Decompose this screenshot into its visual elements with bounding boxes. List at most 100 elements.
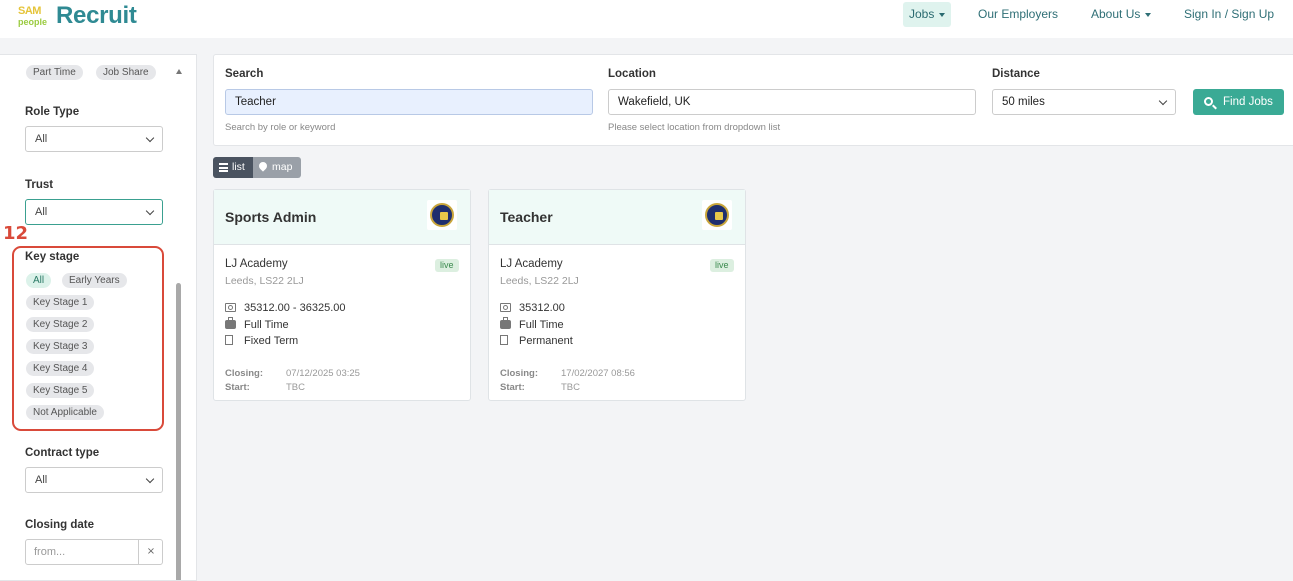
search-icon (1204, 97, 1213, 106)
location-input[interactable]: Wakefield, UK (608, 89, 976, 115)
distance-label: Distance (992, 68, 1040, 80)
job-employer: LJ Academy (500, 258, 563, 270)
closing-value: 17/02/2027 08:56 (561, 368, 635, 379)
money-icon (500, 303, 511, 312)
job-salary-row: 35312.00 - 36325.00 (225, 302, 346, 314)
contract-type-value: All (35, 474, 48, 486)
logo-people-text: people (18, 17, 48, 27)
distance-select[interactable]: 50 miles (992, 89, 1176, 115)
location-label: Location (608, 68, 656, 80)
contract-type-select[interactable]: All (25, 467, 163, 493)
job-salary: 35312.00 (519, 302, 565, 314)
job-card-header: Sports Admin (214, 190, 470, 245)
job-card[interactable]: Teacher LJ Academy Leeds, LS22 2LJ live … (488, 189, 746, 401)
chevron-down-icon (145, 206, 155, 216)
chip-key-stage-4[interactable]: Key Stage 4 (26, 361, 95, 376)
list-toggle-label: list (232, 161, 245, 173)
logo-mark: SAM people (18, 3, 54, 29)
chip-part-time[interactable]: Part Time (26, 65, 83, 80)
nav-jobs-dropdown[interactable]: Jobs (903, 2, 952, 27)
role-type-select[interactable]: All (25, 126, 163, 152)
job-card-header: Teacher (489, 190, 745, 245)
academy-crest-icon (427, 200, 457, 230)
closing-date-input[interactable]: from... × (25, 539, 163, 565)
trust-select[interactable]: All (25, 199, 163, 225)
trust-label: Trust (25, 179, 54, 191)
chevron-down-icon (145, 474, 155, 484)
chip-key-stage-5[interactable]: Key Stage 5 (26, 383, 95, 398)
job-contract-row: Fixed Term (225, 335, 298, 347)
briefcase-icon (500, 317, 511, 329)
top-navbar: SAM people Recruit Jobs Our Employers Ab… (0, 0, 1293, 38)
document-icon (500, 335, 508, 345)
nav-jobs-label: Jobs (909, 7, 935, 21)
caret-down-icon (939, 12, 946, 17)
document-icon (225, 335, 233, 345)
start-label: Start: (225, 382, 250, 393)
map-pin-icon (257, 160, 269, 172)
contract-type-label: Contract type (25, 447, 100, 459)
job-hours-row: Full Time (225, 317, 289, 331)
status-badge: live (710, 259, 734, 272)
academy-crest-icon (702, 200, 732, 230)
scroll-up-arrow-icon[interactable] (176, 69, 182, 74)
start-value: TBC (286, 382, 305, 393)
job-contract-row: Permanent (500, 335, 573, 347)
chip-not-applicable[interactable]: Not Applicable (26, 405, 104, 420)
job-hours: Full Time (519, 319, 564, 331)
nav-about-label: About Us (1091, 7, 1141, 21)
job-address: Leeds, LS22 2LJ (225, 275, 304, 287)
location-help-text: Please select location from dropdown lis… (608, 122, 781, 133)
nav-our-employers[interactable]: Our Employers (972, 2, 1064, 27)
status-badge: live (435, 259, 459, 272)
map-toggle-label: map (272, 161, 293, 173)
job-hours: Full Time (244, 319, 289, 331)
sidebar-scrollbar[interactable] (176, 283, 181, 580)
job-contract: Permanent (519, 335, 573, 347)
money-icon (225, 303, 236, 312)
nav-about-us-dropdown[interactable]: About Us (1085, 2, 1157, 27)
start-value: TBC (561, 382, 580, 393)
logo-recruit-text: Recruit (56, 2, 137, 29)
job-contract: Fixed Term (244, 335, 299, 347)
job-hours-row: Full Time (500, 317, 564, 331)
search-panel: Search Teacher Search by role or keyword… (213, 54, 1293, 146)
key-stage-label: Key stage (25, 251, 80, 263)
distance-value: 50 miles (1002, 96, 1045, 108)
job-salary: 35312.00 - 36325.00 (244, 302, 346, 314)
logo-sam-text: SAM (18, 5, 41, 17)
chip-early-years[interactable]: Early Years (62, 273, 127, 288)
chevron-down-icon (1158, 96, 1168, 106)
job-title[interactable]: Sports Admin (225, 209, 316, 225)
start-label: Start: (500, 382, 525, 393)
job-employer: LJ Academy (225, 258, 288, 270)
briefcase-icon (225, 317, 236, 329)
job-card[interactable]: Sports Admin LJ Academy Leeds, LS22 2LJ … (213, 189, 471, 401)
nav-sign-in[interactable]: Sign In / Sign Up (1178, 2, 1280, 27)
map-view-toggle[interactable]: map (253, 157, 301, 178)
chevron-down-icon (145, 133, 155, 143)
chip-key-stage-1[interactable]: Key Stage 1 (26, 295, 95, 310)
annotation-number: 12 (3, 223, 29, 244)
closing-date-label: Closing date (25, 519, 95, 531)
list-icon (219, 163, 228, 172)
job-address: Leeds, LS22 2LJ (500, 275, 579, 287)
chip-job-share[interactable]: Job Share (96, 65, 156, 80)
sam-recruit-logo[interactable]: SAM people Recruit (18, 2, 137, 30)
chip-key-stage-3[interactable]: Key Stage 3 (26, 339, 95, 354)
chip-key-stage-all[interactable]: All (26, 273, 52, 288)
job-title[interactable]: Teacher (500, 209, 553, 225)
search-label: Search (225, 68, 264, 80)
closing-date-placeholder: from... (34, 546, 66, 558)
chip-key-stage-2[interactable]: Key Stage 2 (26, 317, 95, 332)
search-help-text: Search by role or keyword (225, 122, 336, 133)
search-input[interactable]: Teacher (225, 89, 593, 115)
clear-date-button[interactable]: × (138, 540, 163, 564)
list-view-toggle[interactable]: list (213, 157, 253, 178)
closing-label: Closing: (225, 368, 263, 379)
find-jobs-button[interactable]: Find Jobs (1193, 89, 1284, 115)
role-type-label: Role Type (25, 106, 80, 118)
filter-sidebar: Part Time Job Share Role Type All Trust … (0, 54, 197, 581)
caret-down-icon (1145, 12, 1152, 17)
role-type-value: All (35, 133, 48, 145)
